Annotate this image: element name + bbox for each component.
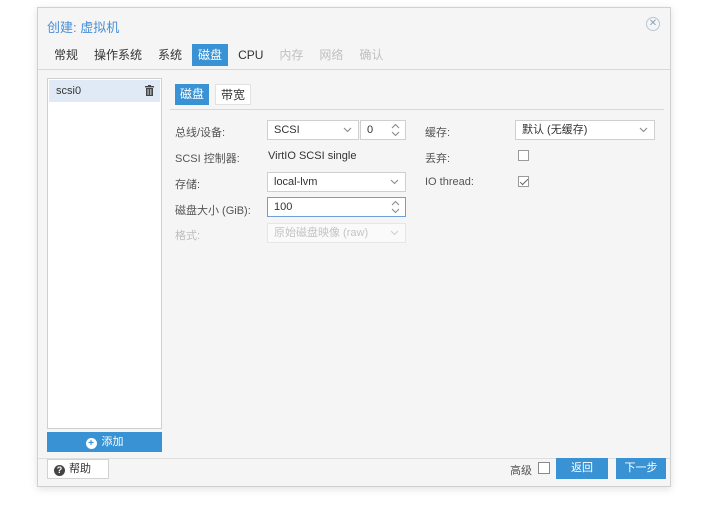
chevron-down-icon bbox=[639, 127, 648, 133]
disk-size-value: 100 bbox=[274, 201, 293, 213]
device-index-spinner[interactable]: 0 bbox=[360, 120, 406, 140]
back-button[interactable]: 返回 bbox=[556, 458, 608, 479]
io-thread-checkbox[interactable] bbox=[518, 176, 529, 187]
tab-general[interactable]: 常规 bbox=[48, 44, 84, 66]
disk-list: scsi0 bbox=[47, 78, 162, 429]
spinner-arrows-icon[interactable] bbox=[391, 123, 400, 137]
format-label: 格式: bbox=[175, 230, 201, 242]
next-button[interactable]: 下一步 bbox=[616, 458, 666, 479]
close-icon[interactable]: ✕ bbox=[646, 17, 660, 31]
subtab-disk[interactable]: 磁盘 bbox=[175, 84, 210, 105]
tab-confirm[interactable]: 确认 bbox=[353, 44, 389, 66]
add-disk-label: 添加 bbox=[101, 436, 124, 448]
tab-os[interactable]: 操作系统 bbox=[88, 44, 148, 66]
tab-disks[interactable]: 磁盘 bbox=[192, 44, 229, 66]
subtab-bandwidth[interactable]: 带宽 bbox=[215, 84, 252, 105]
dialog-title: 创建: 虚拟机 bbox=[47, 20, 120, 35]
create-vm-dialog: 创建: 虚拟机 ✕ 常规 操作系统 系统 磁盘 CPU 内存 网络 确认 scs… bbox=[37, 7, 671, 487]
dialog-titlebar: 创建: 虚拟机 ✕ bbox=[38, 8, 670, 38]
trash-icon[interactable] bbox=[145, 85, 154, 96]
discard-checkbox[interactable] bbox=[518, 150, 529, 161]
tab-network[interactable]: 网络 bbox=[313, 44, 349, 66]
cache-label: 缓存: bbox=[425, 127, 451, 139]
tab-divider bbox=[38, 69, 670, 70]
disk-list-item-scsi0[interactable]: scsi0 bbox=[49, 80, 160, 102]
plus-circle-icon: + bbox=[85, 438, 97, 449]
disk-size-label: 磁盘大小 (GiB): bbox=[175, 205, 251, 217]
add-disk-button[interactable]: + 添加 bbox=[47, 432, 162, 452]
cache-select-value: 默认 (无缓存) bbox=[522, 124, 588, 136]
subtab-divider bbox=[170, 109, 664, 110]
format-select[interactable]: 原始磁盘映像 (raw) bbox=[267, 223, 406, 243]
device-index-value: 0 bbox=[367, 124, 374, 136]
bus-select-value: SCSI bbox=[274, 124, 300, 136]
help-label: 帮助 bbox=[69, 463, 91, 475]
tab-system[interactable]: 系统 bbox=[152, 44, 188, 66]
wizard-tabs: 常规 操作系统 系统 磁盘 CPU 内存 网络 确认 bbox=[48, 44, 393, 66]
disk-subtabs: 磁盘 带宽 bbox=[175, 84, 257, 105]
bus-select[interactable]: SCSI bbox=[267, 120, 359, 140]
help-button[interactable]: ? 帮助 bbox=[47, 459, 109, 479]
storage-select-value: local-lvm bbox=[274, 176, 318, 188]
scsi-controller-label: SCSI 控制器: bbox=[175, 153, 240, 165]
bus-device-label: 总线/设备: bbox=[175, 127, 226, 139]
storage-label: 存储: bbox=[175, 179, 201, 191]
tab-cpu[interactable]: CPU bbox=[232, 44, 269, 66]
io-thread-label: IO thread: bbox=[425, 176, 474, 188]
cache-select[interactable]: 默认 (无缓存) bbox=[515, 120, 655, 140]
advanced-label: 高级 bbox=[510, 465, 532, 477]
disk-size-input[interactable]: 100 bbox=[267, 197, 406, 217]
chevron-down-icon bbox=[390, 230, 399, 236]
format-select-value: 原始磁盘映像 (raw) bbox=[274, 227, 369, 239]
scsi-controller-value: VirtIO SCSI single bbox=[268, 150, 357, 162]
disk-item-label: scsi0 bbox=[56, 85, 82, 97]
question-icon: ? bbox=[54, 465, 65, 476]
chevron-down-icon bbox=[343, 127, 352, 133]
spinner-arrows-icon[interactable] bbox=[391, 200, 400, 214]
chevron-down-icon bbox=[390, 179, 399, 185]
discard-label: 丢弃: bbox=[425, 153, 451, 165]
storage-select[interactable]: local-lvm bbox=[267, 172, 406, 192]
advanced-checkbox[interactable] bbox=[538, 462, 550, 474]
tab-memory[interactable]: 内存 bbox=[273, 44, 309, 66]
